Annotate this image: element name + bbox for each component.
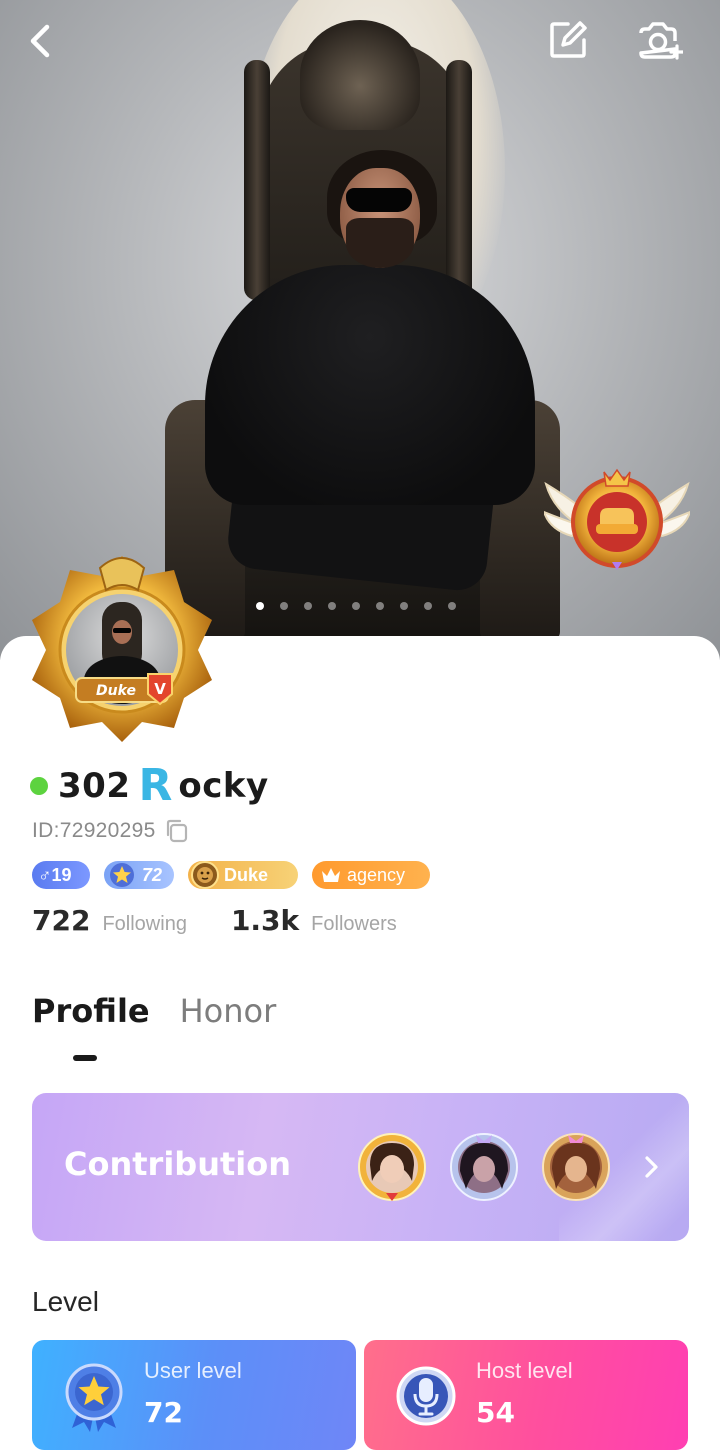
tab-honor[interactable]: Honor xyxy=(180,992,277,1030)
person-body xyxy=(205,265,535,505)
online-status-indicator xyxy=(30,777,48,795)
host-level-label: Host level xyxy=(476,1358,573,1383)
carousel-dot xyxy=(304,602,312,610)
level-section-title: Level xyxy=(32,1286,99,1317)
copy-icon[interactable] xyxy=(164,818,190,844)
lion-crest-icon xyxy=(191,861,219,889)
carousel-dot xyxy=(376,602,384,610)
username-letter: R xyxy=(138,760,173,811)
profile-tabs: Profile Honor xyxy=(32,992,276,1030)
star-medal-icon xyxy=(110,863,134,887)
edit-profile-button[interactable] xyxy=(544,16,592,64)
star-medal-icon xyxy=(65,1363,123,1432)
host-level-value: 54 xyxy=(476,1396,515,1429)
agency-tag-text: agency xyxy=(347,864,406,885)
user-level-value: 72 xyxy=(144,1396,183,1429)
second-contributor-avatar[interactable] xyxy=(448,1131,520,1203)
followers-count[interactable]: 1.3k xyxy=(231,904,299,937)
sunglasses xyxy=(346,188,412,212)
back-button[interactable] xyxy=(18,18,64,64)
carousel-dot xyxy=(352,602,360,610)
follow-stats: 722 Following 1.3k Followers xyxy=(32,904,397,937)
microphone-medal-icon xyxy=(396,1366,456,1426)
carousel-dot xyxy=(328,602,336,610)
throne-post-left xyxy=(244,60,270,300)
crown-icon xyxy=(322,868,340,882)
username-row: 302 R ocky xyxy=(30,760,269,811)
profile-panel xyxy=(0,636,720,1456)
chevron-right-icon xyxy=(645,1156,658,1178)
user-id: ID:72920295 xyxy=(32,819,156,842)
user-id-row: ID:72920295 xyxy=(32,818,190,844)
contribution-card[interactable]: Contribution xyxy=(32,1093,689,1241)
vip-badge-letter: V xyxy=(154,680,166,698)
sofa-medal-badge[interactable] xyxy=(544,466,690,578)
camera-button[interactable] xyxy=(632,14,686,68)
username-suffix: ocky xyxy=(178,766,269,806)
chevron-left-icon xyxy=(30,24,50,58)
carousel-dot xyxy=(256,602,264,610)
carousel-dot xyxy=(400,602,408,610)
rank-tag-text: Duke xyxy=(224,864,269,885)
photo-carousel-indicator xyxy=(256,602,456,610)
camera-add-icon xyxy=(639,22,683,60)
avatar[interactable]: Duke V xyxy=(24,550,220,746)
agency-tag[interactable]: agency xyxy=(312,861,430,889)
gender-age-text: ♂19 xyxy=(38,864,72,885)
following-count[interactable]: 722 xyxy=(32,904,90,937)
third-contributor-avatar[interactable] xyxy=(540,1131,612,1203)
user-level-card[interactable]: User level 72 xyxy=(32,1340,356,1450)
host-level-card[interactable]: Host level 54 xyxy=(364,1340,688,1450)
carousel-dot xyxy=(424,602,432,610)
throne-crest xyxy=(300,20,420,130)
carousel-dot xyxy=(280,602,288,610)
throne-post-right xyxy=(446,60,472,300)
gender-age-tag: ♂19 xyxy=(32,861,90,889)
user-tags: ♂19 72 Duke agency xyxy=(32,861,430,889)
user-level-tag[interactable]: 72 xyxy=(104,861,174,889)
rank-tag[interactable]: Duke xyxy=(188,861,298,889)
following-label[interactable]: Following xyxy=(102,913,186,936)
person-beard xyxy=(346,218,414,268)
username-prefix: 302 xyxy=(58,766,131,806)
top-contributor-avatar[interactable] xyxy=(356,1131,428,1203)
active-tab-indicator xyxy=(73,1055,97,1061)
followers-label[interactable]: Followers xyxy=(311,913,397,936)
tab-profile[interactable]: Profile xyxy=(32,992,150,1030)
edit-icon xyxy=(550,21,587,58)
carousel-dot xyxy=(448,602,456,610)
user-level-label: User level xyxy=(144,1358,242,1383)
contribution-title: Contribution xyxy=(64,1145,292,1183)
user-level-tag-text: 72 xyxy=(142,864,163,885)
avatar-frame-label: Duke xyxy=(96,683,136,699)
